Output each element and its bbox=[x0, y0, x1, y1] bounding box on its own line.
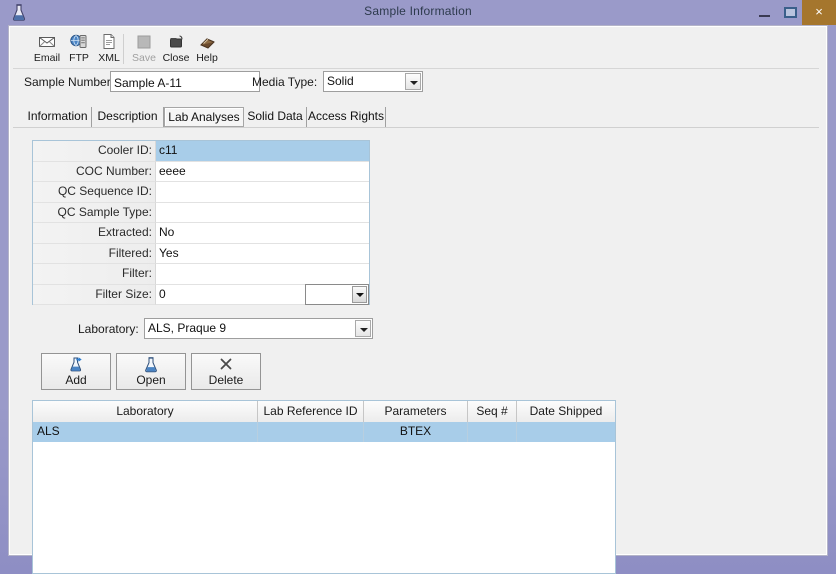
xml-document-icon bbox=[93, 32, 125, 52]
toolbar-button-close[interactable]: Close bbox=[160, 31, 192, 67]
flask-open-icon bbox=[117, 356, 185, 373]
property-value[interactable] bbox=[156, 202, 369, 223]
property-row-qc-sequence-id[interactable]: QC Sequence ID: bbox=[33, 182, 369, 203]
application-window: Sample Information × Email FTP XML Save … bbox=[0, 0, 836, 574]
table-row[interactable]: ALS BTEX bbox=[33, 422, 615, 442]
property-row-filter-size[interactable]: Filter Size: 0 bbox=[33, 283, 369, 305]
table-header-row: Laboratory Lab Reference ID Parameters S… bbox=[33, 401, 615, 423]
toolbar-button-save[interactable]: Save bbox=[128, 31, 160, 67]
property-label: Extracted: bbox=[33, 223, 156, 244]
help-book-icon bbox=[191, 32, 223, 52]
property-value[interactable]: eeee bbox=[156, 161, 369, 182]
property-value[interactable] bbox=[156, 182, 369, 203]
laboratory-value: ALS, Praque 9 bbox=[148, 321, 227, 335]
flask-add-icon bbox=[42, 356, 110, 373]
cell-lab-reference-id bbox=[258, 422, 364, 442]
laboratory-label: Laboratory: bbox=[78, 322, 139, 336]
toolbar-label: XML bbox=[98, 52, 120, 64]
chevron-down-icon[interactable] bbox=[355, 320, 371, 337]
property-row-filter[interactable]: Filter: bbox=[33, 264, 369, 285]
tab-information[interactable]: Information bbox=[24, 107, 92, 127]
toolbar-button-xml[interactable]: XML bbox=[93, 31, 125, 67]
property-row-filtered[interactable]: Filtered: Yes bbox=[33, 243, 369, 264]
window-title: Sample Information bbox=[364, 4, 472, 18]
cell-laboratory: ALS bbox=[33, 422, 258, 442]
toolbar-button-ftp[interactable]: FTP bbox=[63, 31, 95, 67]
open-button[interactable]: Open bbox=[116, 353, 186, 390]
toolbar: Email FTP XML Save Close Help bbox=[13, 30, 819, 69]
media-type-select[interactable]: Solid bbox=[323, 71, 423, 92]
property-label: QC Sequence ID: bbox=[33, 182, 156, 203]
minimize-button[interactable] bbox=[755, 0, 777, 25]
property-row-qc-sample-type[interactable]: QC Sample Type: bbox=[33, 202, 369, 223]
open-button-label: Open bbox=[136, 373, 166, 387]
filter-size-unit-select[interactable] bbox=[305, 283, 369, 305]
delete-button-label: Delete bbox=[208, 373, 244, 387]
lab-analyses-table: Laboratory Lab Reference ID Parameters S… bbox=[32, 400, 616, 574]
column-header-laboratory[interactable]: Laboratory bbox=[33, 401, 258, 422]
property-value[interactable]: Yes bbox=[156, 243, 369, 264]
property-value[interactable]: 0 bbox=[156, 283, 369, 305]
cell-seq bbox=[468, 422, 517, 442]
add-button[interactable]: Add bbox=[41, 353, 111, 390]
column-header-seq[interactable]: Seq # bbox=[468, 401, 517, 422]
property-value[interactable]: No bbox=[156, 223, 369, 244]
x-delete-icon bbox=[192, 356, 260, 373]
cell-date-shipped bbox=[517, 422, 615, 442]
property-row-cooler-id[interactable]: Cooler ID: c11 bbox=[33, 141, 369, 162]
save-icon bbox=[128, 32, 160, 52]
property-value[interactable]: c11 bbox=[156, 141, 369, 162]
close-icon: × bbox=[815, 4, 823, 19]
property-label: QC Sample Type: bbox=[33, 202, 156, 223]
chevron-down-icon[interactable] bbox=[405, 73, 421, 90]
laboratory-select[interactable]: ALS, Praque 9 bbox=[144, 318, 373, 339]
property-label: Cooler ID: bbox=[33, 141, 156, 162]
toolbar-label: Email bbox=[33, 52, 61, 64]
chevron-down-icon[interactable] bbox=[352, 285, 367, 303]
toolbar-button-help[interactable]: Help bbox=[191, 31, 223, 67]
tab-page-lab-analyses: Cooler ID: c11 COC Number: eeee QC Seque… bbox=[13, 127, 819, 574]
media-type-label: Media Type: bbox=[252, 75, 318, 89]
sample-header-row: Sample Number: Media Type: Solid bbox=[13, 71, 819, 95]
property-row-extracted[interactable]: Extracted: No bbox=[33, 223, 369, 244]
property-value[interactable] bbox=[156, 264, 369, 285]
sample-number-label: Sample Number: bbox=[24, 75, 115, 89]
property-grid: Cooler ID: c11 COC Number: eeee QC Seque… bbox=[32, 140, 370, 305]
toolbar-label: Help bbox=[196, 52, 218, 64]
column-header-lab-reference-id[interactable]: Lab Reference ID bbox=[258, 401, 364, 422]
tab-solid-data[interactable]: Solid Data bbox=[244, 107, 307, 127]
sample-number-input[interactable] bbox=[110, 71, 260, 92]
property-label: COC Number: bbox=[33, 161, 156, 182]
media-type-value: Solid bbox=[327, 74, 354, 88]
column-header-parameters[interactable]: Parameters bbox=[364, 401, 468, 422]
property-label: Filter: bbox=[33, 264, 156, 285]
toolbar-separator bbox=[123, 34, 124, 64]
toolbar-label: Save bbox=[132, 52, 156, 64]
tab-strip: Information Description Lab Analyses Sol… bbox=[13, 107, 819, 127]
folder-close-icon bbox=[160, 32, 192, 52]
toolbar-button-email[interactable]: Email bbox=[31, 31, 63, 67]
maximize-button[interactable] bbox=[780, 0, 802, 25]
delete-button[interactable]: Delete bbox=[191, 353, 261, 390]
title-bar: Sample Information × bbox=[0, 0, 836, 25]
close-button[interactable]: × bbox=[802, 0, 836, 25]
cell-parameters: BTEX bbox=[364, 422, 468, 442]
column-header-date-shipped[interactable]: Date Shipped bbox=[517, 401, 615, 422]
window-client-area: Email FTP XML Save Close Help Sample Num… bbox=[8, 25, 828, 574]
envelope-icon bbox=[31, 32, 63, 52]
tab-lab-analyses[interactable]: Lab Analyses bbox=[164, 107, 244, 127]
property-row-coc-number[interactable]: COC Number: eeee bbox=[33, 161, 369, 182]
add-button-label: Add bbox=[65, 373, 87, 387]
property-label: Filter Size: bbox=[33, 284, 156, 305]
property-label: Filtered: bbox=[33, 243, 156, 264]
toolbar-label: Close bbox=[162, 52, 190, 64]
toolbar-label: FTP bbox=[69, 52, 89, 64]
tab-access-rights[interactable]: Access Rights bbox=[307, 107, 386, 127]
tab-description[interactable]: Description bbox=[92, 107, 164, 127]
ftp-server-icon bbox=[63, 32, 95, 52]
laboratory-row: Laboratory: ALS, Praque 9 bbox=[13, 318, 413, 340]
